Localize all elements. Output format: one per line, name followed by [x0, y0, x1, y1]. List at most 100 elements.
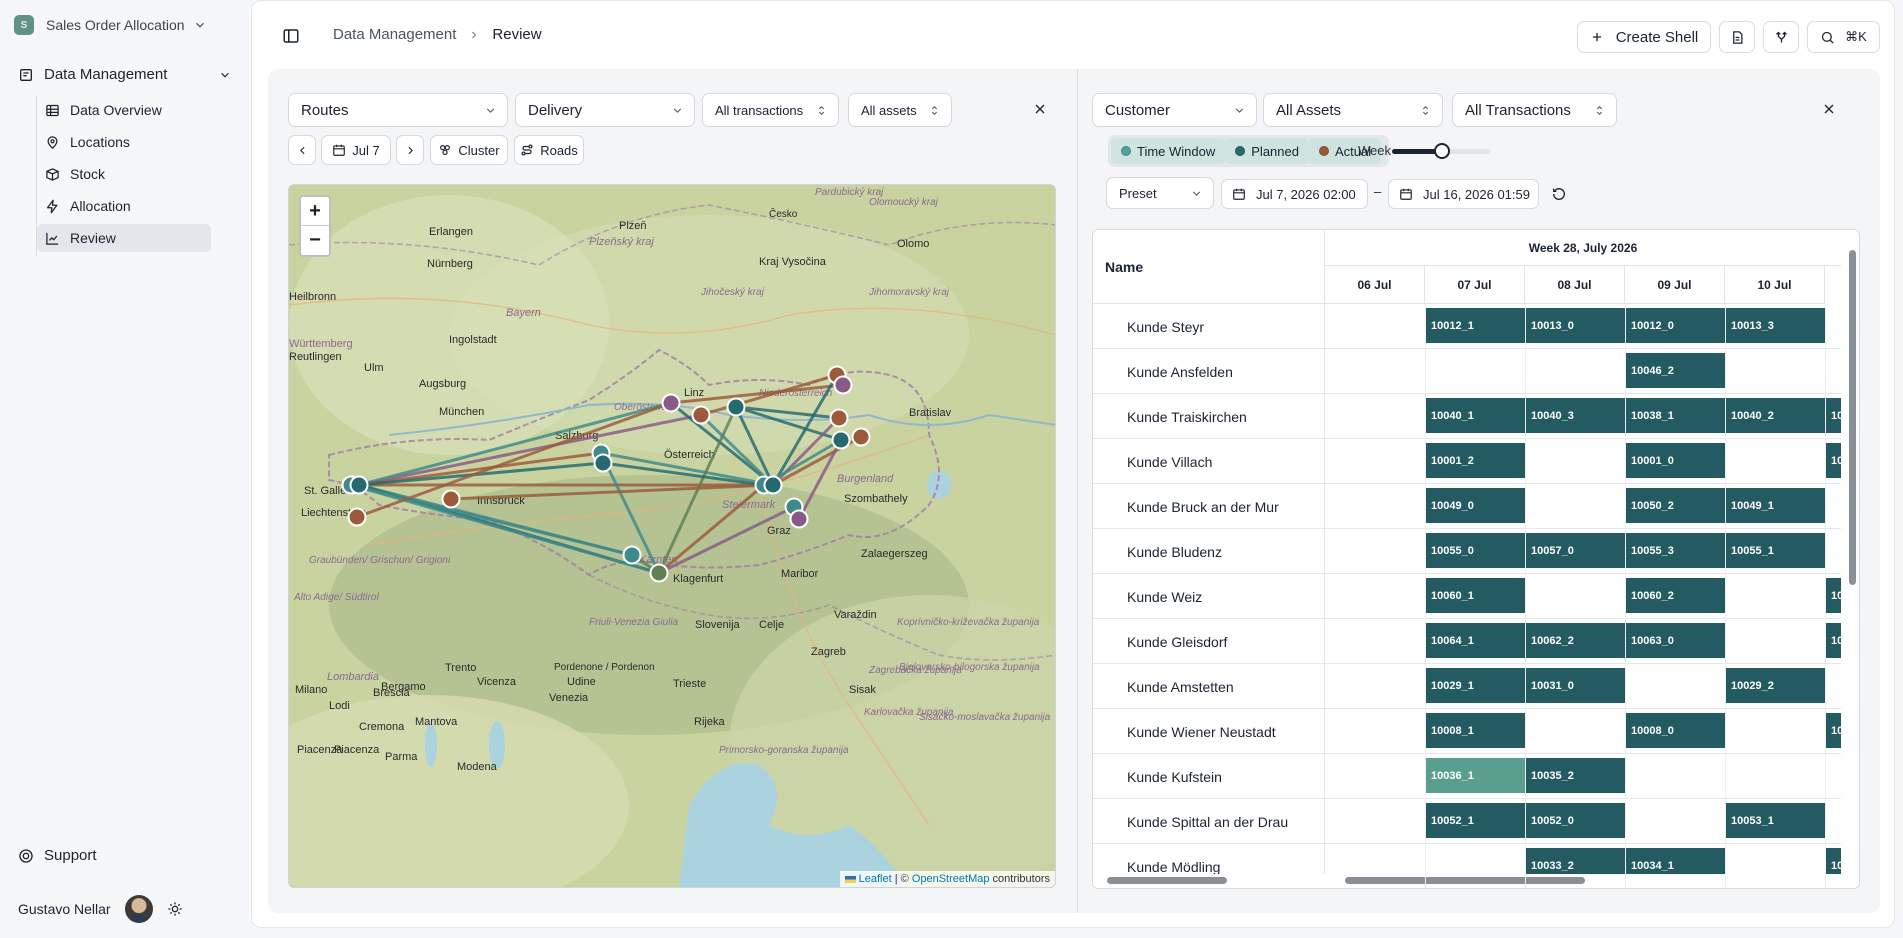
search-button[interactable]: ⌘K	[1807, 21, 1880, 53]
transaction-bar[interactable]: 10062_2	[1526, 623, 1625, 658]
name-scroll-thumb[interactable]	[1107, 877, 1227, 884]
transaction-bar[interactable]: 10055_0	[1426, 533, 1525, 568]
next-day-button[interactable]	[396, 135, 424, 165]
transaction-bar[interactable]: 10060_2	[1626, 578, 1725, 613]
transaction-bar[interactable]: 10052_0	[1526, 803, 1625, 838]
transaction-bar[interactable]: 10001_0	[1626, 443, 1725, 478]
delivery-select[interactable]: Delivery	[515, 93, 695, 127]
stop-marker[interactable]	[789, 509, 809, 529]
transaction-bar[interactable]: 10035_2	[1526, 758, 1625, 793]
sidebar-item-stock[interactable]: Stock	[37, 160, 211, 188]
transaction-bar[interactable]: 10055_3	[1626, 533, 1725, 568]
transaction-bar[interactable]: 10057_0	[1526, 533, 1625, 568]
transaction-bar[interactable]: 10031_0	[1526, 668, 1625, 703]
transaction-bar[interactable]: 10049_1	[1726, 488, 1825, 523]
stop-marker[interactable]	[726, 397, 746, 417]
transactions-select[interactable]: All transactions	[702, 93, 839, 127]
table-row[interactable]: Kunde Traiskirchen 10040_1 10040_3 10038_1 1…	[1093, 394, 1841, 439]
date-from-input[interactable]: Jul 7, 2026 02:00	[1221, 179, 1368, 209]
support-link[interactable]: Support	[18, 847, 97, 864]
leaflet-link[interactable]: Leaflet	[859, 873, 892, 885]
transaction-bar[interactable]: 10012_1	[1426, 308, 1525, 343]
merge-button[interactable]	[1763, 21, 1799, 53]
document-button[interactable]	[1719, 21, 1755, 53]
transaction-bar[interactable]: 10052_1	[1426, 803, 1525, 838]
transaction-bar[interactable]: 10046_2	[1626, 353, 1725, 388]
stop-marker[interactable]	[622, 545, 642, 565]
transaction-bar[interactable]: 10064_1	[1426, 623, 1525, 658]
table-row[interactable]: Kunde Ansfelden 10046_2	[1093, 349, 1841, 394]
nav-group-data-management[interactable]: Data Management	[18, 66, 232, 83]
sidebar-toggle-icon[interactable]	[282, 27, 300, 45]
zoom-out-button[interactable]: −	[301, 226, 329, 255]
transaction-bar[interactable]: 10040_2	[1726, 398, 1825, 433]
transaction-bar[interactable]: 100	[1826, 713, 1841, 748]
stop-marker[interactable]	[829, 408, 849, 428]
route-map[interactable]: Plzeň Česko Pardubický kraj Olomoucký kraj P…	[288, 184, 1056, 888]
week-slider-handle[interactable]	[1434, 143, 1450, 159]
stop-marker[interactable]	[349, 475, 369, 495]
table-row[interactable]: Kunde Kufstein 10036_1 10035_2	[1093, 754, 1841, 799]
vertical-scrollbar[interactable]	[1849, 250, 1856, 585]
sidebar-item-data-overview[interactable]: Data Overview	[37, 96, 211, 124]
table-row[interactable]: Kunde Gleisdorf 10064_110062_210063_0 100	[1093, 619, 1841, 664]
routes-select[interactable]: Routes	[288, 93, 508, 127]
customer-select[interactable]: Customer	[1092, 93, 1257, 127]
all-assets-select[interactable]: All Assets	[1263, 93, 1443, 127]
table-row[interactable]: Kunde Villach 10001_2 10001_0 100	[1093, 439, 1841, 484]
roads-button[interactable]: Roads	[514, 135, 584, 165]
osm-link[interactable]: OpenStreetMap	[912, 873, 990, 885]
stop-marker[interactable]	[661, 393, 681, 413]
legend-time-window[interactable]: Time Window	[1111, 138, 1226, 164]
stop-marker[interactable]	[649, 563, 669, 583]
transaction-bar[interactable]: 100	[1826, 443, 1841, 478]
reset-icon[interactable]	[1551, 186, 1567, 202]
stop-marker[interactable]	[441, 489, 461, 509]
transaction-bar[interactable]: 10040_1	[1426, 398, 1525, 433]
transaction-bar[interactable]: 10013_3	[1726, 308, 1825, 343]
sidebar-item-locations[interactable]: Locations	[37, 128, 211, 156]
legend-planned[interactable]: Planned	[1225, 138, 1309, 164]
transaction-bar[interactable]: 10029_1	[1426, 668, 1525, 703]
table-row[interactable]: Kunde Wiener Neustadt 10008_1 10008_0 100	[1093, 709, 1841, 754]
transaction-bar[interactable]: 10012_0	[1626, 308, 1725, 343]
close-icon[interactable]	[1821, 101, 1837, 117]
transaction-bar[interactable]: 100	[1826, 578, 1841, 613]
transaction-bar[interactable]: 10050_2	[1626, 488, 1725, 523]
map-canvas[interactable]: PlzeňČeskoPardubický krajOlomoucký krajP…	[289, 185, 1056, 888]
create-shell-button[interactable]: Create Shell	[1577, 21, 1711, 53]
transaction-bar[interactable]: 10053_1	[1726, 803, 1825, 838]
stop-marker[interactable]	[763, 475, 783, 495]
transaction-bar[interactable]: 100	[1826, 398, 1841, 433]
table-row[interactable]: Kunde Bruck an der Mur 10049_0 10050_2 1004…	[1093, 484, 1841, 529]
transaction-bar[interactable]: 10040_3	[1526, 398, 1625, 433]
table-row[interactable]: Kunde Steyr 10012_1 10013_0 10012_0 10013_3	[1093, 304, 1841, 349]
transaction-bar[interactable]: 100	[1826, 623, 1841, 658]
stop-marker[interactable]	[347, 507, 367, 527]
sun-icon[interactable]	[167, 901, 183, 917]
transaction-bar[interactable]: 10049_0	[1426, 488, 1525, 523]
transaction-bar[interactable]: 10029_2	[1726, 668, 1825, 703]
stop-marker[interactable]	[851, 427, 871, 447]
preset-select[interactable]: Preset	[1106, 177, 1214, 209]
week-slider[interactable]	[1392, 143, 1490, 159]
user-menu[interactable]: Gustavo Nellar	[18, 895, 183, 923]
timeline-scroll-thumb[interactable]	[1345, 877, 1585, 884]
table-row[interactable]: Kunde Weiz 10060_1 10060_2 100	[1093, 574, 1841, 619]
all-transactions-select[interactable]: All Transactions	[1452, 93, 1617, 127]
transaction-bar[interactable]: 10063_0	[1626, 623, 1725, 658]
stop-marker[interactable]	[593, 453, 613, 473]
transaction-bar[interactable]: 10036_1	[1426, 758, 1525, 793]
transaction-bar[interactable]: 10060_1	[1426, 578, 1525, 613]
transaction-bar[interactable]: 10008_1	[1426, 713, 1525, 748]
stop-marker[interactable]	[831, 430, 851, 450]
zoom-in-button[interactable]: +	[301, 197, 329, 226]
table-row[interactable]: Kunde Spittal an der Drau 10052_1 10052_0 1…	[1093, 799, 1841, 844]
app-switcher[interactable]: S Sales Order Allocation	[14, 12, 207, 38]
close-icon[interactable]	[1032, 101, 1048, 117]
stop-marker[interactable]	[833, 375, 853, 395]
stop-marker[interactable]	[691, 405, 711, 425]
transaction-bar[interactable]: 10001_2	[1426, 443, 1525, 478]
table-row[interactable]: Kunde Amstetten 10029_1 10031_0 10029_2	[1093, 664, 1841, 709]
cluster-button[interactable]: Cluster	[430, 135, 508, 165]
